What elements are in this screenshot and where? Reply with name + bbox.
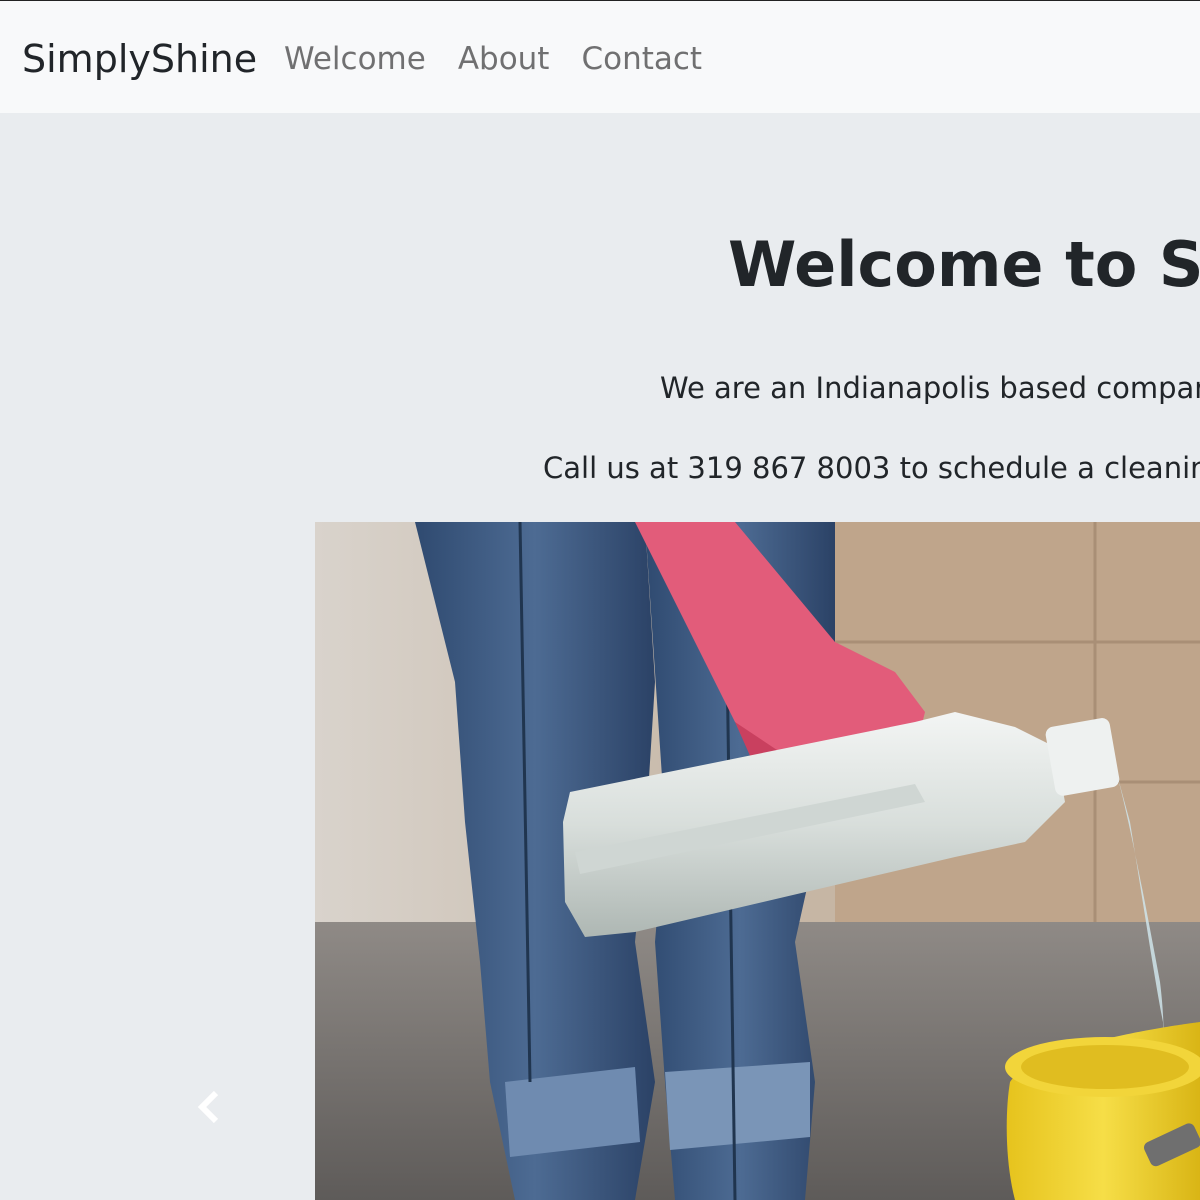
chevron-left-icon <box>197 1090 219 1124</box>
image-carousel <box>0 522 1200 1200</box>
navbar-brand[interactable]: SimplyShine <box>22 37 257 81</box>
navbar: SimplyShine Welcome About Contact <box>0 1 1200 113</box>
hero-title: Welcome to Sim <box>728 228 1200 301</box>
cleaning-photo <box>315 522 1200 1200</box>
top-border <box>0 0 1200 1</box>
hero-description: We are an Indianapolis based company <box>660 371 1200 405</box>
hero-call-to-action: Call us at 319 867 8003 to schedule a cl… <box>543 451 1200 485</box>
nav-link-about[interactable]: About <box>458 39 550 79</box>
carousel-prev-button[interactable] <box>180 1077 240 1137</box>
hero-section: Welcome to Sim We are an Indianapolis ba… <box>0 113 1200 1200</box>
nav-link-contact[interactable]: Contact <box>581 39 702 79</box>
nav-link-welcome[interactable]: Welcome <box>284 39 426 79</box>
nav-links: Welcome About Contact <box>284 39 734 79</box>
carousel-image <box>315 522 1200 1200</box>
